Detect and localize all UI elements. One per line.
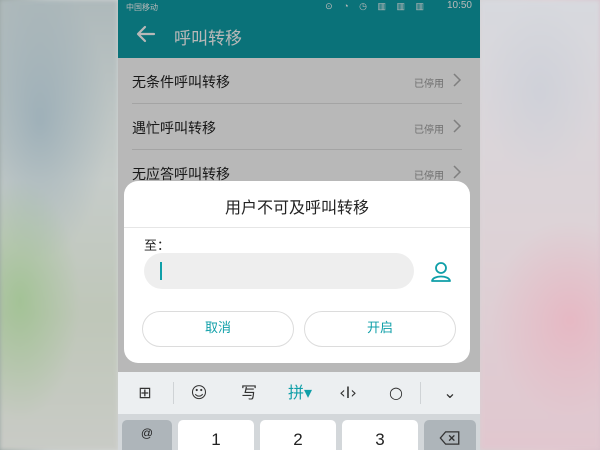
- phone-number-input[interactable]: [144, 253, 414, 289]
- handwriting-icon[interactable]: 写: [235, 380, 263, 406]
- background-right-blur: [480, 0, 600, 450]
- pinyin-mode[interactable]: 拼▾: [282, 380, 318, 406]
- keyboard-toolbar: ⊞ ☺ 写 拼▾ ‹I› ○ ⌄: [118, 372, 480, 414]
- key-3[interactable]: 3: [342, 420, 418, 450]
- phone-screen: 中国移动 ⊙ ◔ ◷ ▥ ▥ ▥ 10:50 呼叫转移 无条件呼叫转移 已停用 …: [118, 0, 480, 450]
- to-label: 至：: [144, 239, 171, 254]
- text-cursor: [160, 262, 162, 280]
- key-1[interactable]: 1: [178, 420, 254, 450]
- contact-icon[interactable]: [428, 259, 454, 285]
- cancel-button[interactable]: 取消: [142, 311, 294, 347]
- background-left-blur: [0, 0, 118, 450]
- collapse-icon[interactable]: ⌄: [436, 380, 464, 406]
- emoji-icon[interactable]: ☺: [185, 380, 213, 406]
- grid-icon[interactable]: ⊞: [131, 380, 159, 406]
- symbol-key[interactable]: @: [122, 420, 172, 450]
- enable-button[interactable]: 开启: [304, 311, 456, 347]
- forward-dialog: 用户不可及呼叫转移 至： 取消 开启: [124, 181, 470, 363]
- dialog-divider: [124, 227, 470, 228]
- search-icon[interactable]: ○: [382, 380, 410, 406]
- backspace-icon: [439, 431, 460, 445]
- backspace-key[interactable]: [424, 420, 476, 450]
- dialog-title: 用户不可及呼叫转移: [224, 198, 369, 217]
- toolbar-divider: [420, 382, 421, 404]
- key-2[interactable]: 2: [260, 420, 336, 450]
- cursor-icon[interactable]: ‹I›: [334, 380, 362, 406]
- toolbar-divider: [173, 382, 174, 404]
- keyboard-keys: @ 1 2 3: [118, 414, 480, 450]
